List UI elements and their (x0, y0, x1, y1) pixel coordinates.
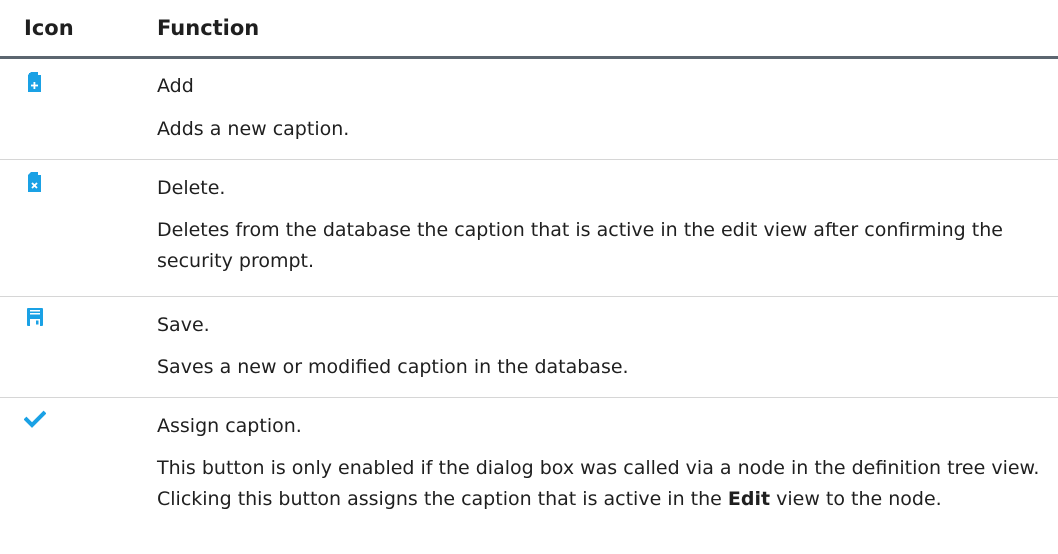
function-name: Save. (157, 314, 210, 336)
function-name: Add (157, 75, 194, 97)
save-disk-icon (24, 306, 46, 328)
function-description: This button is only enabled if the dialo… (157, 453, 1047, 515)
function-name: Delete. (157, 177, 226, 199)
table-row-add: Add Adds a new caption. (0, 59, 1058, 160)
table-row-save: Save. Saves a new or modified caption in… (0, 297, 1058, 398)
header-icon-column: Icon (24, 16, 74, 40)
delete-document-icon (24, 170, 46, 192)
function-description: Adds a new caption. (157, 118, 350, 140)
function-description: Saves a new or modified caption in the d… (157, 356, 629, 378)
function-description: Deletes from the database the caption th… (157, 219, 1003, 272)
table-row-assign-caption: Assign caption. This button is only enab… (0, 398, 1058, 554)
checkmark-icon (23, 408, 47, 430)
add-document-icon (24, 70, 46, 92)
table-header: Icon Function (0, 0, 1058, 59)
header-function-column: Function (157, 16, 260, 40)
table-row-delete: Delete. Deletes from the database the ca… (0, 160, 1058, 297)
edit-view-label: Edit (727, 488, 771, 510)
description-text: view to the node. (770, 488, 942, 510)
function-name: Assign caption. (157, 415, 302, 437)
